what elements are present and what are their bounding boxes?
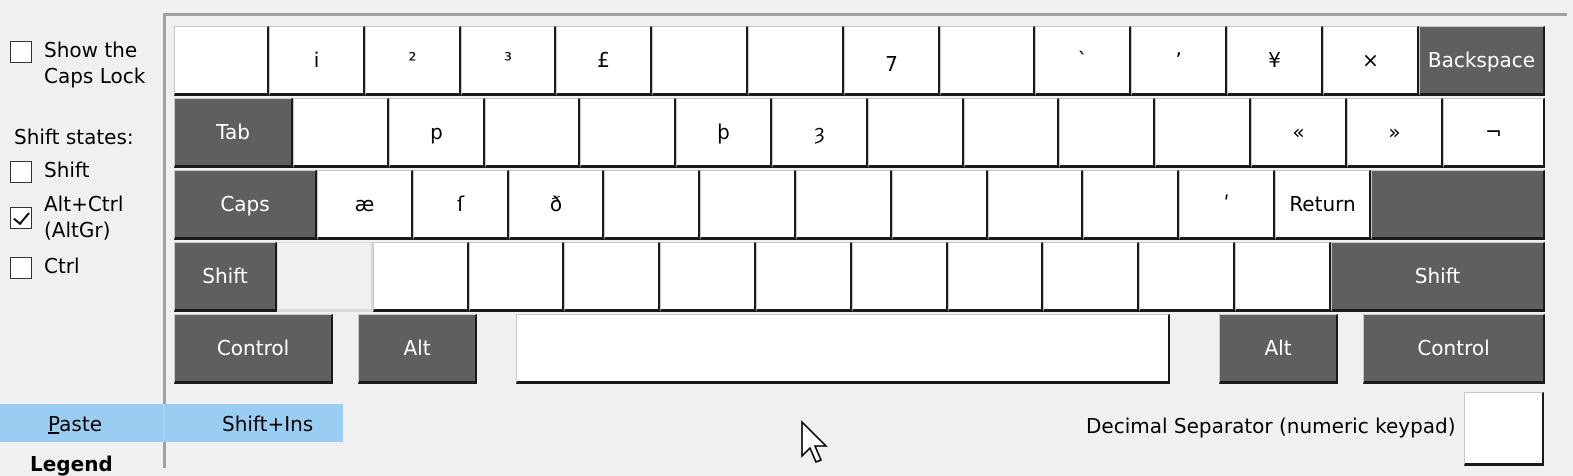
key-r1-4[interactable]: £: [556, 26, 652, 96]
ctrl-option[interactable]: Ctrl: [10, 253, 80, 279]
caps-lock-label: Show the Caps Lock: [44, 38, 146, 88]
key-r2-2[interactable]: p: [389, 98, 485, 168]
key-r2-9[interactable]: [1059, 98, 1155, 168]
key-r1-1[interactable]: i: [269, 26, 365, 96]
key-r2-13[interactable]: ¬: [1443, 98, 1545, 168]
key-r1-2[interactable]: ²: [365, 26, 461, 96]
space-key[interactable]: [516, 314, 1170, 384]
key-r2-7[interactable]: [868, 98, 964, 168]
key-r3-7[interactable]: [892, 170, 988, 240]
key-r3-8[interactable]: [988, 170, 1083, 240]
left-shift-key[interactable]: Shift: [174, 242, 277, 312]
paste-menu-label: Paste: [48, 412, 102, 436]
key-r1-9[interactable]: `: [1035, 26, 1131, 96]
key-r3-4[interactable]: [604, 170, 700, 240]
decimal-separator-label: Decimal Separator (numeric keypad): [1086, 414, 1456, 438]
paste-label-rest: aste: [59, 412, 102, 436]
key-r4-3[interactable]: [469, 242, 564, 312]
key-r4-11[interactable]: [1235, 242, 1331, 312]
key-r4-4[interactable]: [564, 242, 660, 312]
key-r4-8[interactable]: [948, 242, 1043, 312]
caps-lock-checkbox[interactable]: [10, 41, 32, 63]
key-r3-5[interactable]: [700, 170, 796, 240]
key-r2-1[interactable]: [293, 98, 389, 168]
tab-key[interactable]: Tab: [174, 98, 293, 168]
key-r3-6[interactable]: [796, 170, 892, 240]
key-r1-3[interactable]: ³: [461, 26, 556, 96]
key-r4-10[interactable]: [1139, 242, 1235, 312]
ctrl-checkbox[interactable]: [10, 257, 32, 279]
key-r1-7[interactable]: 7: [844, 26, 940, 96]
key-r2-11[interactable]: «: [1251, 98, 1347, 168]
legend-heading: Legend: [30, 452, 113, 476]
key-r3-1[interactable]: æ: [317, 170, 413, 240]
mouse-cursor-icon: [801, 420, 828, 464]
caps-lock-option[interactable]: Show the Caps Lock: [10, 37, 145, 89]
shift-states-title: Shift states:: [14, 125, 134, 149]
key-r2-10[interactable]: [1155, 98, 1251, 168]
key-r1-12[interactable]: ×: [1323, 26, 1419, 96]
right-shift-key[interactable]: Shift: [1331, 242, 1545, 312]
key-r4-2[interactable]: [373, 242, 469, 312]
right-alt-key[interactable]: Alt: [1219, 314, 1338, 384]
shift-label: Shift: [44, 158, 90, 182]
left-alt-key[interactable]: Alt: [358, 314, 477, 384]
shift-checkbox[interactable]: [10, 161, 32, 183]
key-r1-6[interactable]: [748, 26, 844, 96]
key-r1-10[interactable]: ʼ: [1131, 26, 1227, 96]
key-r4-5[interactable]: [660, 242, 756, 312]
altgr-option[interactable]: Alt+Ctrl (AltGr): [10, 191, 123, 243]
backspace-key[interactable]: Backspace: [1419, 26, 1545, 96]
key-r3-11[interactable]: Return: [1275, 170, 1371, 240]
key-r3-2[interactable]: ſ: [413, 170, 509, 240]
key-r1-5[interactable]: [652, 26, 748, 96]
key-r4-7[interactable]: [852, 242, 948, 312]
key-r2-12[interactable]: »: [1347, 98, 1443, 168]
shift-option[interactable]: Shift: [10, 157, 89, 183]
key-r2-5[interactable]: þ: [676, 98, 772, 168]
key-r2-6[interactable]: ȝ: [772, 98, 868, 168]
caps-key[interactable]: Caps: [174, 170, 317, 240]
key-r2-3[interactable]: [485, 98, 580, 168]
key-r2-4[interactable]: [580, 98, 676, 168]
key-r4-6[interactable]: [756, 242, 852, 312]
paste-menu-item[interactable]: Paste Shift+Ins: [0, 404, 343, 442]
return-key[interactable]: [1371, 170, 1545, 240]
decimal-separator-key[interactable]: [1464, 392, 1544, 466]
ctrl-label: Ctrl: [44, 254, 80, 278]
key-r1-11[interactable]: ¥: [1227, 26, 1323, 96]
menu-separator: [163, 404, 164, 442]
left-control-key[interactable]: Control: [174, 314, 333, 384]
key-r2-8[interactable]: [964, 98, 1059, 168]
altgr-checkbox[interactable]: [10, 207, 32, 229]
key-r1-8[interactable]: [940, 26, 1035, 96]
key-r3-3[interactable]: ð: [509, 170, 604, 240]
key-r4-1[interactable]: [277, 242, 373, 312]
key-r4-9[interactable]: [1043, 242, 1139, 312]
altgr-label: Alt+Ctrl (AltGr): [44, 192, 124, 242]
key-r3-10[interactable]: ʹ: [1179, 170, 1275, 240]
paste-accelerator: P: [48, 412, 60, 436]
right-control-key[interactable]: Control: [1363, 314, 1545, 384]
key-r3-9[interactable]: [1083, 170, 1179, 240]
key-r1-0[interactable]: [174, 26, 269, 96]
paste-shortcut: Shift+Ins: [222, 412, 314, 436]
